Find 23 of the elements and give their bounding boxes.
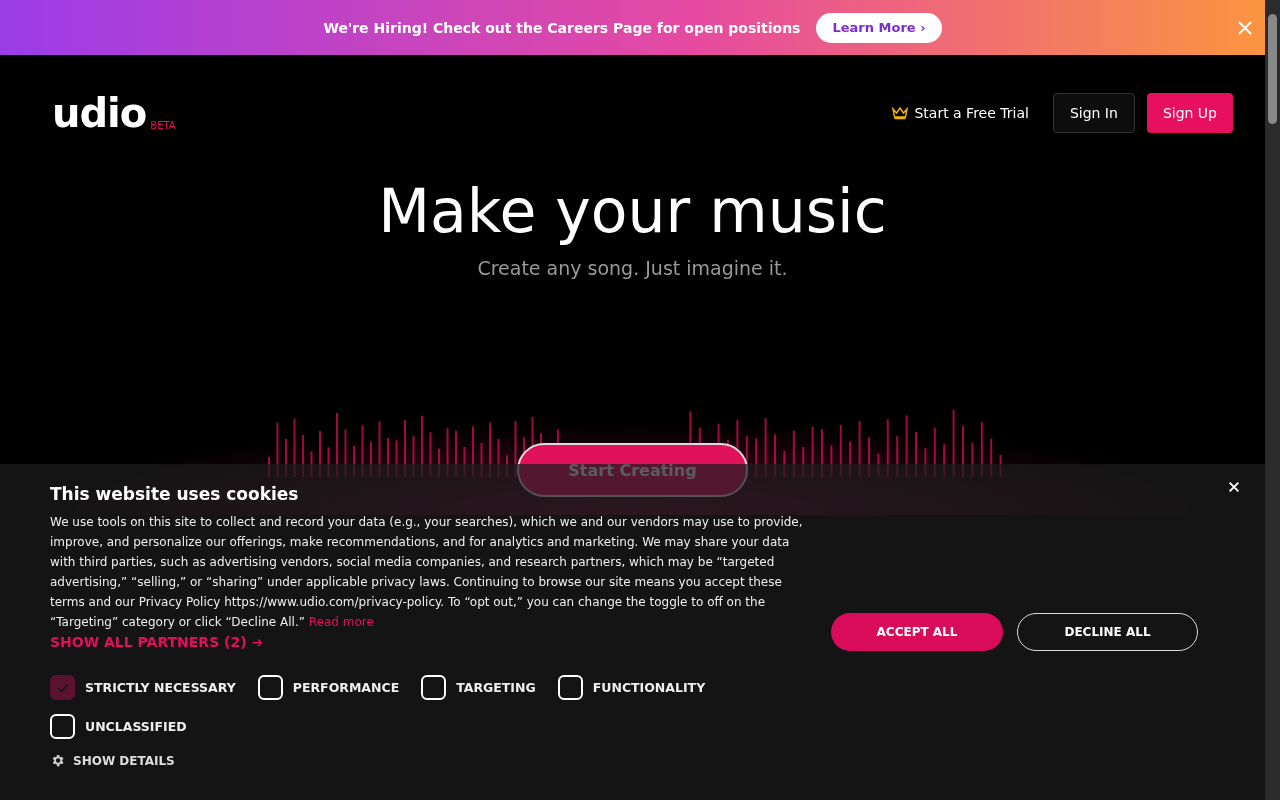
hero-subtitle: Create any song. Just imagine it. bbox=[476, 257, 789, 279]
hero-title: Make your music bbox=[377, 175, 888, 247]
show-details-link[interactable]: SHOW DETAILS bbox=[50, 753, 810, 768]
cookie-title: This website uses cookies bbox=[50, 484, 300, 504]
accept-all-button[interactable]: ACCEPT ALL bbox=[831, 613, 1003, 651]
category-checkbox[interactable]: FUNCTIONALITY bbox=[557, 675, 706, 700]
scrollbar[interactable] bbox=[1265, 0, 1280, 800]
crown-icon bbox=[892, 106, 909, 120]
category-checkbox[interactable]: PERFORMANCE bbox=[257, 675, 400, 700]
read-more-link[interactable]: Read more bbox=[308, 615, 374, 629]
logo-text[interactable]: udio bbox=[52, 91, 147, 135]
category-checkbox[interactable]: TARGETING bbox=[421, 675, 536, 700]
beta-label: BETA bbox=[150, 120, 176, 133]
sign-up-button[interactable]: Sign Up bbox=[1146, 93, 1233, 133]
sign-in-button[interactable]: Sign In bbox=[1052, 93, 1135, 133]
learn-more-button[interactable]: Learn More › bbox=[816, 12, 942, 43]
free-trial-link[interactable]: Start a Free Trial bbox=[892, 105, 1029, 121]
category-checkbox[interactable]: UNCLASSIFIED bbox=[50, 714, 187, 739]
settings-icon bbox=[50, 753, 65, 768]
banner-text: We're Hiring! Check out the Careers Page for open positions bbox=[323, 19, 801, 36]
close-icon[interactable] bbox=[1227, 480, 1241, 494]
show-partners-link[interactable]: SHOW ALL PARTNERS (2) ➔ bbox=[50, 634, 264, 650]
cookie-text: We use tools on this site to collect and record your data (e.g., your searches), which we and our vendors may use to provide, improve, and personalize our offerings, make recommendations, and for analytics and marketing. We may share your data with third parties, such as advertising vendors, social media companies, and research partners, which may be “targeted advertising,” “selling,” or “sharing” under applicable privacy laws. Continuing to browse our site means you accept these terms and our Privacy Policy https://www.udio.com/privacy-policy. To “opt out,” you can change the toggle to off on the “Targeting” category or click “Decline All.” Read more bbox=[50, 514, 804, 631]
